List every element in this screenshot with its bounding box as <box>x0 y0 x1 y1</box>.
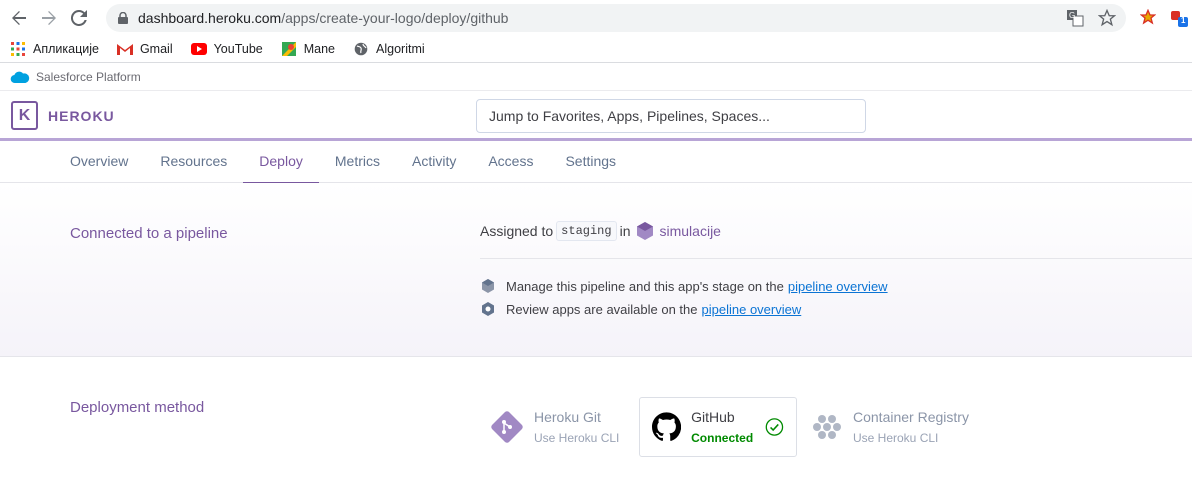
address-bar[interactable]: dashboard.heroku.com/apps/create-your-lo… <box>106 3 1126 32</box>
pipeline-divider <box>480 258 1192 259</box>
stage-badge: staging <box>556 221 617 241</box>
bookmark-gmail[interactable]: Gmail <box>116 41 173 57</box>
deployment-section: Deployment method Heroku Git Use Heroku … <box>0 357 1192 487</box>
salesforce-bar: Salesforce Platform <box>0 63 1192 91</box>
bookmark-apps[interactable]: Апликације <box>10 41 99 57</box>
tab-overview[interactable]: Overview <box>54 141 144 182</box>
url-path: /apps/create-your-logo/deploy/github <box>281 9 509 26</box>
method-heroku-git[interactable]: Heroku Git Use Heroku CLI <box>490 397 619 457</box>
heroku-logo-icon: K <box>11 101 38 130</box>
pipeline-section: Connected to a pipeline Assigned to stag… <box>0 183 1192 357</box>
pipeline-icon <box>636 222 653 240</box>
search-input[interactable] <box>476 99 866 133</box>
browser-toolbar: dashboard.heroku.com/apps/create-your-lo… <box>0 0 1192 35</box>
reload-icon[interactable] <box>68 7 90 29</box>
container-registry-icon <box>813 415 841 439</box>
method-subtitle: Use Heroku CLI <box>853 431 939 445</box>
svg-text:G: G <box>1069 11 1075 20</box>
pipeline-name: simulacije <box>659 223 721 239</box>
pipeline-overview-link[interactable]: pipeline overview <box>702 302 802 317</box>
review-apps-icon <box>480 301 496 317</box>
heroku-logo[interactable]: K HEROKU <box>11 101 115 130</box>
method-subtitle: Use Heroku CLI <box>534 431 620 445</box>
maps-icon <box>281 41 297 57</box>
bookmark-algoritmi[interactable]: Algoritmi <box>353 41 425 57</box>
pipeline-overview-link[interactable]: pipeline overview <box>788 279 888 294</box>
method-container-registry[interactable]: Container Registry Use Heroku CLI <box>813 397 969 457</box>
lock-icon <box>118 11 128 24</box>
tab-settings[interactable]: Settings <box>549 141 632 182</box>
review-text: Review apps are available on the <box>506 301 698 317</box>
bookmark-label: Mane <box>303 41 336 56</box>
connected-status: Connected <box>691 431 754 445</box>
bookmark-label: Gmail <box>139 41 173 56</box>
method-title: GitHub <box>691 409 735 425</box>
heroku-git-icon <box>491 411 523 443</box>
extension-icon[interactable] <box>1140 9 1156 25</box>
pipeline-section-title: Connected to a pipeline <box>70 225 228 242</box>
tab-activity[interactable]: Activity <box>396 141 472 182</box>
youtube-icon <box>190 41 207 57</box>
translate-icon[interactable]: G <box>1066 9 1084 27</box>
bookmark-label: YouTube <box>213 41 263 56</box>
forward-icon[interactable] <box>38 7 60 29</box>
bookmark-label: Algoritmi <box>376 41 425 56</box>
bookmark-youtube[interactable]: YouTube <box>190 41 263 57</box>
bookmarks-bar: Апликације Gmail YouTube Mane Algoritmi <box>0 35 1192 63</box>
tab-access[interactable]: Access <box>472 141 549 182</box>
tab-metrics[interactable]: Metrics <box>319 141 396 182</box>
extension-badge-count: 1 <box>1181 16 1186 25</box>
salesforce-cloud-icon <box>10 71 30 83</box>
check-circle-icon <box>765 418 784 436</box>
method-title: Heroku Git <box>534 409 601 425</box>
heroku-header: K HEROKU <box>0 91 1192 141</box>
gmail-icon <box>116 41 133 57</box>
tab-resources[interactable]: Resources <box>144 141 243 182</box>
back-icon[interactable] <box>8 7 30 29</box>
url-host: dashboard.heroku.com <box>138 9 282 26</box>
pipeline-assignment: Assigned to staging in simulacije <box>480 221 721 241</box>
method-title: Container Registry <box>853 409 969 425</box>
tab-deploy[interactable]: Deploy <box>243 141 319 184</box>
deployment-section-title: Deployment method <box>70 399 205 416</box>
pipeline-info-manage: Manage this pipeline and this app's stag… <box>480 278 888 294</box>
heroku-logo-text: HEROKU <box>48 107 115 124</box>
in-label: in <box>619 223 631 239</box>
star-icon[interactable] <box>1098 8 1116 27</box>
assigned-label: Assigned to <box>480 223 554 239</box>
pipeline-info-review: Review apps are available on the pipelin… <box>480 301 801 317</box>
bookmark-mane[interactable]: Mane <box>281 41 335 57</box>
salesforce-label: Salesforce Platform <box>36 69 141 84</box>
github-icon <box>652 412 682 441</box>
bookmark-label: Апликације <box>33 41 99 56</box>
pipeline-link[interactable]: simulacije <box>635 221 721 241</box>
pipeline-small-icon <box>480 278 496 294</box>
method-github[interactable]: GitHub Connected <box>639 397 797 457</box>
app-tabs: Overview Resources Deploy Metrics Activi… <box>0 141 1192 184</box>
extension-badge-icon[interactable]: 1 <box>1170 9 1188 32</box>
manage-text: Manage this pipeline and this app's stag… <box>506 278 784 294</box>
globe-icon <box>353 41 369 57</box>
apps-grid-icon <box>10 41 26 57</box>
